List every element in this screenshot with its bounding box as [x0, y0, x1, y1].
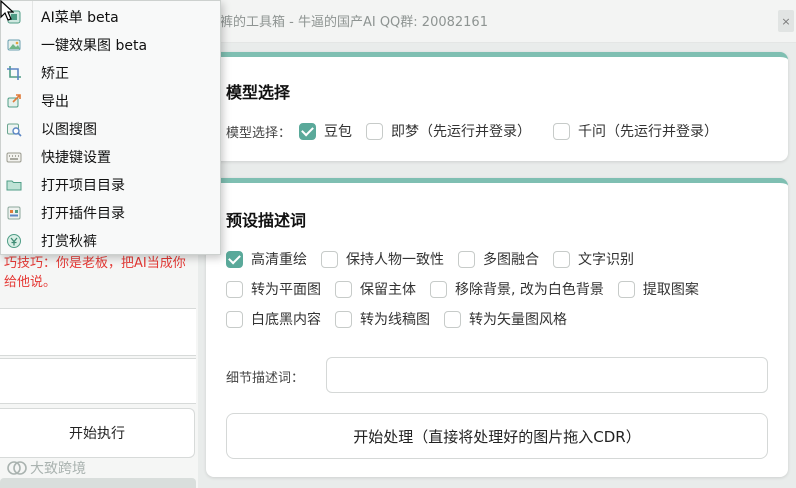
checkbox[interactable]	[553, 250, 570, 268]
start-process-button[interactable]: 开始处理（直接将处理好的图片拖入CDR）	[226, 413, 768, 459]
tip-line: 给他说。	[4, 275, 57, 290]
model-selection-card: 模型选择 模型选择： 豆包 即梦（先运行并登录） 千问（先运行并登录）	[206, 52, 788, 161]
checkbox[interactable]	[335, 280, 352, 298]
checkbox[interactable]	[226, 280, 243, 298]
tip-text: 巧技巧：你是老板，把AI当成你 给他说。	[4, 254, 194, 292]
menu-item-export[interactable]: 导出	[1, 87, 220, 114]
preset-vector-style[interactable]: 转为矢量图风格	[444, 309, 567, 329]
preset-prompts-card: 预设描述词 高清重绘 保持人物一致性 多图融合 文字识别 转为平面图 保留主体	[206, 178, 788, 477]
menu-item-label: 矫正	[41, 65, 69, 82]
checkbox[interactable]	[458, 250, 475, 268]
preset-hd-redraw[interactable]: 高清重绘	[226, 249, 307, 269]
close-icon: ×	[781, 14, 791, 28]
plugin-folder-icon	[7, 206, 21, 220]
checkbox[interactable]	[444, 310, 461, 328]
checkbox[interactable]	[430, 280, 447, 298]
option-label: 高清重绘	[251, 252, 307, 268]
window-title: 裤的工具箱 - 牛逼的国产AI QQ群: 20082161	[220, 15, 488, 30]
menu-item-label: 以图搜图	[41, 121, 97, 138]
context-menu: AI菜单 beta 一键效果图 beta 矫正 导出 以图搜图 快捷键设置 打开…	[0, 0, 221, 255]
folder-icon	[6, 180, 22, 191]
option-label: 文字识别	[578, 252, 634, 268]
left-bottom-bar	[0, 478, 196, 488]
preset-flat-image[interactable]: 转为平面图	[226, 279, 321, 299]
tip-line: 巧技巧：你是老板，把AI当成你	[4, 256, 186, 271]
keyboard-icon	[6, 152, 22, 163]
option-label: 即梦（先运行并登录）	[391, 124, 532, 140]
watermark-logo-icon	[7, 461, 27, 475]
menu-item-shortcut-settings[interactable]: 快捷键设置	[1, 143, 220, 170]
preset-white-black[interactable]: 白底黑内容	[226, 309, 321, 329]
option-doubao[interactable]: 豆包	[299, 121, 352, 141]
model-section-title: 模型选择	[226, 83, 291, 102]
export-icon	[7, 94, 21, 108]
menu-item-label: 一键效果图 beta	[41, 37, 148, 54]
checkbox[interactable]	[321, 250, 338, 268]
checkbox[interactable]	[366, 122, 384, 140]
menu-item-label: AI菜单 beta	[41, 9, 119, 26]
option-label: 保留主体	[360, 282, 416, 298]
option-label: 多图融合	[483, 252, 539, 268]
left-input-box[interactable]	[0, 308, 196, 356]
option-label: 提取图案	[642, 282, 699, 298]
menu-item-label: 打开项目目录	[41, 177, 125, 194]
title-bar: 裤的工具箱 - 牛逼的国产AI QQ群: 20082161 ×	[196, 0, 796, 43]
menu-item-open-plugin-folder[interactable]: 打开插件目录	[1, 199, 220, 226]
close-button[interactable]: ×	[778, 10, 794, 32]
menu-item-ai-menu[interactable]: AI菜单 beta	[1, 3, 220, 30]
preset-row-2: 转为平面图 保留主体 移除背景, 改为白色背景 提取图案	[226, 279, 713, 299]
preset-row-1: 高清重绘 保持人物一致性 多图融合 文字识别	[226, 249, 648, 269]
preset-section-title: 预设描述词	[226, 211, 307, 230]
checkbox[interactable]	[553, 122, 571, 140]
menu-item-image-search[interactable]: 以图搜图	[1, 115, 220, 142]
checkbox[interactable]	[226, 310, 243, 328]
menu-item-correct[interactable]: 矫正	[1, 59, 220, 86]
preset-extract-pattern[interactable]: 提取图案	[617, 279, 699, 299]
execute-button[interactable]: 开始执行	[0, 408, 195, 458]
menu-item-label: 打开插件目录	[41, 205, 125, 222]
watermark: 大致跨境	[6, 458, 86, 478]
option-label: 豆包	[324, 124, 353, 140]
preset-row-3: 白底黑内容 转为线稿图 转为矢量图风格	[226, 309, 581, 329]
checkbox-checked[interactable]	[226, 250, 243, 268]
preset-keep-character[interactable]: 保持人物一致性	[321, 249, 444, 269]
option-qianwen[interactable]: 千问（先运行并登录）	[553, 121, 718, 141]
reward-coin-icon	[7, 234, 21, 248]
left-input-box-2[interactable]	[0, 358, 196, 404]
menu-item-reward[interactable]: 打赏秋裤	[1, 227, 220, 254]
menu-item-label: 导出	[41, 93, 69, 110]
checkbox[interactable]	[335, 310, 352, 328]
model-options-row: 模型选择： 豆包 即梦（先运行并登录） 千问（先运行并登录）	[226, 121, 732, 141]
preset-line-art[interactable]: 转为线稿图	[335, 309, 430, 329]
detail-prompt-input[interactable]	[326, 357, 768, 393]
detail-prompt-label: 细节描述词：	[226, 371, 305, 386]
checkbox-checked[interactable]	[299, 122, 317, 140]
menu-item-label: 打赏秋裤	[41, 233, 97, 250]
model-label: 模型选择：	[226, 125, 292, 141]
watermark-text: 大致跨境	[30, 461, 86, 477]
checkbox[interactable]	[617, 280, 635, 298]
option-label: 转为矢量图风格	[469, 312, 567, 328]
image-search-icon	[7, 123, 22, 137]
option-label: 千问（先运行并登录）	[578, 124, 719, 140]
menu-item-label: 快捷键设置	[41, 149, 111, 166]
mouse-cursor-icon	[0, 0, 14, 21]
preset-multi-image-fusion[interactable]: 多图融合	[458, 249, 539, 269]
option-label: 保持人物一致性	[346, 252, 444, 268]
preset-text-recognition[interactable]: 文字识别	[553, 249, 634, 269]
preset-white-background[interactable]: 移除背景, 改为白色背景	[430, 279, 604, 299]
option-label: 移除背景, 改为白色背景	[455, 282, 604, 298]
option-label: 转为平面图	[251, 282, 321, 298]
menu-item-open-project-folder[interactable]: 打开项目目录	[1, 171, 220, 198]
option-label: 转为线稿图	[360, 312, 430, 328]
image-effect-icon	[7, 39, 21, 51]
menu-item-image-effect[interactable]: 一键效果图 beta	[1, 31, 220, 58]
preset-keep-subject[interactable]: 保留主体	[335, 279, 416, 299]
crop-correct-icon	[7, 66, 21, 80]
option-jimeng[interactable]: 即梦（先运行并登录）	[366, 121, 531, 141]
option-label: 白底黑内容	[251, 312, 321, 328]
